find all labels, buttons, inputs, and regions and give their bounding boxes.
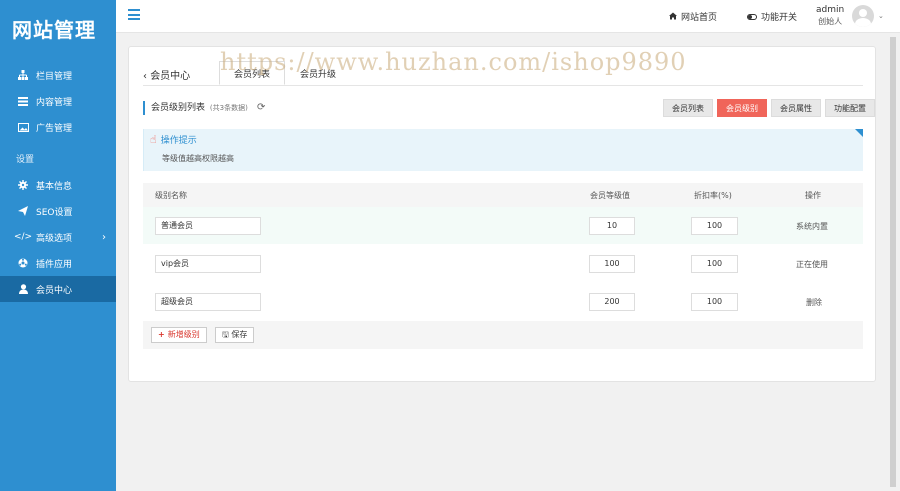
save-button[interactable]: 🖫 保存	[215, 327, 255, 343]
user-info[interactable]: admin 创始人	[816, 5, 844, 27]
save-icon: 🖫	[222, 330, 229, 339]
member-level-button[interactable]: 会员级别	[717, 99, 767, 117]
avatar[interactable]	[852, 5, 874, 27]
code-icon: </>	[13, 232, 33, 242]
level-value-input[interactable]: 10	[589, 217, 635, 235]
table-row: vip会员 100 100 正在使用	[143, 245, 863, 283]
list-title: 会员级别列表 (共3条数据)	[143, 101, 248, 115]
table-row: 超级会员 200 100 删除	[143, 283, 863, 321]
tab-divider	[143, 85, 863, 86]
save-label: 保存	[231, 330, 248, 339]
list-title-label: 会员级别列表	[151, 103, 206, 113]
sidebar-item-ads[interactable]: 广告管理	[0, 114, 116, 140]
sidebar-item-label: 栏目管理	[36, 71, 73, 82]
sidebar-item-label: SEO设置	[36, 207, 73, 218]
scrollbar[interactable]	[886, 33, 900, 491]
tab-member-list[interactable]: 会员列表	[219, 61, 286, 85]
user-name: admin	[816, 5, 845, 15]
sidebar-section-settings: 设置	[16, 155, 35, 165]
list-icon	[16, 95, 30, 107]
tips-title-label: 操作提示	[160, 136, 197, 146]
top-header: 网站首页 功能开关 admin 创始人 ⌄	[116, 0, 900, 33]
feature-toggle-label: 功能开关	[761, 13, 798, 23]
member-attribute-button[interactable]: 会员属性	[771, 99, 821, 117]
level-name-input[interactable]: vip会员	[155, 255, 261, 273]
chevron-left-icon: ‹	[143, 71, 147, 82]
home-link-label: 网站首页	[681, 13, 718, 23]
tab-bar: 会员列表 会员升级	[219, 61, 351, 85]
sidebar-item-member-center[interactable]: 会员中心	[0, 276, 116, 302]
chevron-right-icon: ›	[102, 231, 106, 243]
sidebar-item-advanced[interactable]: </> 高级选项 ›	[0, 224, 116, 250]
scrollbar-thumb[interactable]	[890, 37, 896, 487]
delete-link[interactable]: 删除	[806, 297, 822, 308]
sidebar-item-label: 会员中心	[36, 285, 73, 296]
header-discount: 折扣率(%)	[694, 191, 732, 200]
hand-pointer-icon: ☝	[150, 133, 157, 146]
discount-input[interactable]: 100	[691, 255, 738, 273]
level-value-input[interactable]: 200	[589, 293, 635, 311]
refresh-icon[interactable]: ⟳	[257, 102, 265, 113]
sidebar-item-plugins[interactable]: 插件应用	[0, 250, 116, 276]
sidebar-item-label: 内容管理	[36, 97, 73, 108]
image-icon	[16, 121, 30, 133]
tips-title: ☝ 操作提示	[150, 133, 197, 146]
toggle-icon	[747, 13, 757, 20]
sidebar: 网站管理 栏目管理 内容管理 广告管理 设置 基本信息 SEO设置 </> 高级…	[0, 0, 116, 491]
operation-text: 正在使用	[796, 260, 828, 269]
feature-config-button[interactable]: 功能配置	[825, 99, 875, 117]
header-operation: 操作	[805, 191, 821, 200]
tips-box: ☝ 操作提示 等级值越高权限越高	[143, 129, 863, 171]
level-table: 级别名称 会员等级值 折扣率(%) 操作 普通会员 10 100 系统内置 vi…	[143, 183, 863, 349]
gear-icon	[16, 179, 30, 191]
discount-input[interactable]: 100	[691, 217, 738, 235]
sidebar-item-label: 广告管理	[36, 123, 73, 134]
sidebar-item-label: 插件应用	[36, 259, 73, 270]
sitemap-icon	[16, 69, 30, 81]
home-icon	[669, 12, 677, 22]
main-panel: ‹ 会员中心 会员列表 会员升级 会员级别列表 (共3条数据) ⟳ 会员列表 会…	[128, 46, 876, 382]
member-list-button[interactable]: 会员列表	[663, 99, 713, 117]
discount-input[interactable]: 100	[691, 293, 738, 311]
send-icon	[16, 205, 30, 217]
table-header: 级别名称 会员等级值 折扣率(%) 操作	[143, 183, 863, 207]
sidebar-item-basic-info[interactable]: 基本信息	[0, 172, 116, 198]
operation-text: 系统内置	[796, 222, 828, 231]
level-value-input[interactable]: 100	[589, 255, 635, 273]
site-logo: 网站管理	[12, 18, 96, 42]
sidebar-item-column[interactable]: 栏目管理	[0, 62, 116, 88]
menu-toggle-icon[interactable]	[128, 9, 140, 20]
feature-toggle-link[interactable]: 功能开关	[747, 10, 797, 23]
user-role: 创始人	[818, 17, 843, 26]
table-footer: + 新增级别 🖫 保存	[143, 321, 863, 349]
chevron-down-icon[interactable]: ⌄	[878, 12, 884, 20]
user-icon	[16, 283, 30, 295]
sidebar-item-content[interactable]: 内容管理	[0, 88, 116, 114]
add-level-button[interactable]: + 新增级别	[151, 327, 207, 343]
list-count: (共3条数据)	[209, 104, 248, 112]
home-link[interactable]: 网站首页	[669, 10, 717, 23]
table-row: 普通会员 10 100 系统内置	[143, 207, 863, 245]
sidebar-item-label: 基本信息	[36, 181, 73, 192]
sidebar-item-seo[interactable]: SEO设置	[0, 198, 116, 224]
tab-member-upgrade[interactable]: 会员升级	[285, 61, 351, 85]
plus-icon: +	[158, 330, 165, 339]
header-level-name: 级别名称	[155, 191, 187, 200]
add-level-label: 新增级别	[167, 330, 200, 339]
puzzle-icon	[16, 257, 30, 269]
sidebar-item-label: 高级选项	[36, 233, 73, 244]
corner-marker	[855, 129, 863, 137]
header-level-value: 会员等级值	[590, 191, 630, 200]
back-title[interactable]: ‹ 会员中心	[143, 67, 190, 82]
level-name-input[interactable]: 超级会员	[155, 293, 261, 311]
tips-text: 等级值越高权限越高	[162, 154, 234, 163]
action-buttons: 会员列表 会员级别 会员属性 功能配置	[663, 99, 875, 117]
level-name-input[interactable]: 普通会员	[155, 217, 261, 235]
back-title-label: 会员中心	[150, 71, 191, 82]
